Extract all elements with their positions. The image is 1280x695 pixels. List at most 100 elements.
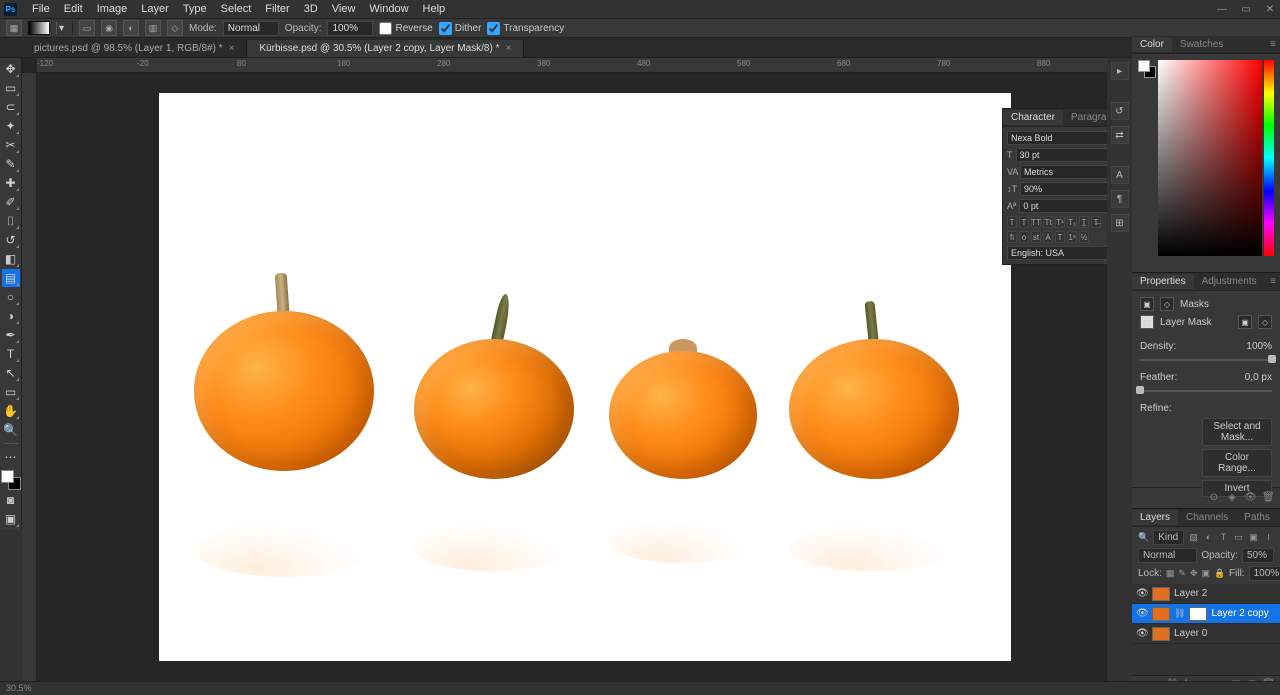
filter-shape-icon[interactable]: ▭ <box>1233 532 1244 543</box>
blur-tool[interactable]: ○ <box>2 288 20 306</box>
doc-tab-1[interactable]: pictures.psd @ 98.5% (Layer 1, RGB/8#) *… <box>22 40 247 57</box>
ot-o[interactable]: o <box>1019 231 1029 243</box>
close-button[interactable]: ✕ <box>1264 4 1276 15</box>
crop-tool[interactable]: ✂ <box>2 136 20 154</box>
menu-image[interactable]: Image <box>90 1 135 17</box>
mask-link-icon[interactable]: ⛓ <box>1174 608 1185 619</box>
edit-toolbar[interactable]: ⋯ <box>2 448 20 466</box>
canvas-viewport[interactable] <box>37 73 1132 681</box>
glyphs-icon[interactable]: ⊞ <box>1111 214 1129 232</box>
menu-layer[interactable]: Layer <box>134 1 176 17</box>
panel-menu-icon[interactable]: ≡ <box>1266 39 1280 50</box>
dodge-tool[interactable]: ◑ <box>2 307 20 325</box>
lock-all-icon[interactable]: 🔒 <box>1214 568 1225 579</box>
blend-mode-select[interactable]: Normal <box>1138 548 1197 563</box>
filter-kind-icon[interactable]: 🔍 <box>1138 532 1149 543</box>
transparency-checkbox[interactable]: Transparency <box>487 22 564 35</box>
menu-select[interactable]: Select <box>214 1 259 17</box>
delete-mask-icon[interactable]: 🗑 <box>1262 492 1274 504</box>
bold-button[interactable]: T <box>1007 216 1017 228</box>
quick-select-tool[interactable]: ✦ <box>2 117 20 135</box>
shape-tool[interactable]: ▭ <box>2 383 20 401</box>
menu-3d[interactable]: 3D <box>297 1 325 17</box>
screen-mode-toggle[interactable]: ▣ <box>2 510 20 528</box>
subscript-button[interactable]: T₁ <box>1067 216 1077 228</box>
layer-thumb[interactable] <box>1152 587 1170 601</box>
close-icon[interactable]: × <box>229 43 235 54</box>
history-brush-tool[interactable]: ↺ <box>2 231 20 249</box>
paragraph-icon[interactable]: ¶ <box>1111 190 1129 208</box>
ot-A[interactable]: A <box>1043 231 1053 243</box>
filter-kind-select[interactable]: Kind <box>1153 530 1184 545</box>
layer-opacity-input[interactable]: 50% <box>1242 548 1274 563</box>
menu-help[interactable]: Help <box>416 1 453 17</box>
eraser-tool[interactable]: ◧ <box>2 250 20 268</box>
tab-adjustments[interactable]: Adjustments <box>1194 274 1265 289</box>
filter-smart-icon[interactable]: ▣ <box>1248 532 1259 543</box>
color-range-button[interactable]: Color Range... <box>1202 449 1272 477</box>
load-selection-icon[interactable]: ⊙ <box>1208 492 1220 504</box>
visibility-toggle[interactable]: 👁 <box>1136 628 1148 639</box>
layer-row[interactable]: 👁 ⛓ Layer 2 copy <box>1132 604 1280 624</box>
tab-layers[interactable]: Layers <box>1132 510 1178 525</box>
path-select-tool[interactable]: ↖ <box>2 364 20 382</box>
minimize-button[interactable]: — <box>1216 4 1228 15</box>
history-icon[interactable]: ↺ <box>1111 102 1129 120</box>
allcaps-button[interactable]: TT <box>1031 216 1041 228</box>
fg-bg-colors[interactable] <box>1 470 21 490</box>
eyedropper-tool[interactable]: ✎ <box>2 155 20 173</box>
maximize-button[interactable]: ▭ <box>1240 4 1252 15</box>
gradient-diamond-icon[interactable]: ◇ <box>167 20 183 36</box>
tab-paths[interactable]: Paths <box>1236 510 1278 525</box>
tab-properties[interactable]: Properties <box>1132 274 1194 289</box>
filter-type-icon[interactable]: T <box>1218 532 1229 543</box>
reverse-checkbox[interactable]: Reverse <box>379 22 432 35</box>
mask-vector-icon[interactable]: ◇ <box>1160 297 1174 311</box>
ruler-horizontal[interactable]: -120-2080180280380480580680780880980 <box>37 58 1132 73</box>
lock-trans-icon[interactable]: ▦ <box>1166 568 1175 579</box>
hue-slider[interactable] <box>1264 60 1274 256</box>
pen-tool[interactable]: ✒ <box>2 326 20 344</box>
lock-paint-icon[interactable]: ✎ <box>1178 568 1186 579</box>
doc-tab-2[interactable]: Kürbisse.psd @ 30.5% (Layer 2 copy, Laye… <box>247 40 524 57</box>
tab-character[interactable]: Character <box>1003 110 1063 125</box>
gradient-tool[interactable]: ▤ <box>2 269 20 287</box>
ot-st[interactable]: st <box>1031 231 1041 243</box>
layer-row[interactable]: 👁 Layer 0 <box>1132 624 1280 644</box>
layer-name[interactable]: Layer 2 <box>1174 588 1276 599</box>
gradient-angle-icon[interactable]: ◐ <box>123 20 139 36</box>
disable-mask-icon[interactable]: 👁 <box>1244 492 1256 504</box>
underline-button[interactable]: T̲ <box>1079 216 1089 228</box>
fill-input[interactable]: 100% <box>1249 566 1280 581</box>
tab-swatches[interactable]: Swatches <box>1172 37 1231 52</box>
layer-mask-thumb[interactable] <box>1189 607 1207 621</box>
density-slider[interactable] <box>1140 356 1272 364</box>
visibility-toggle[interactable]: 👁 <box>1136 588 1148 599</box>
ot-T[interactable]: T <box>1055 231 1065 243</box>
filter-adjust-icon[interactable]: ◐ <box>1203 532 1214 543</box>
zoom-level[interactable]: 30.5% <box>6 683 32 693</box>
marquee-tool[interactable]: ▭ <box>2 79 20 97</box>
gradient-radial-icon[interactable]: ◉ <box>101 20 117 36</box>
smallcaps-button[interactable]: Tt <box>1043 216 1053 228</box>
gradient-picker-dropdown[interactable]: ▾ <box>56 22 66 34</box>
menu-view[interactable]: View <box>325 1 363 17</box>
menu-type[interactable]: Type <box>176 1 214 17</box>
feather-slider[interactable] <box>1140 387 1272 395</box>
visibility-toggle[interactable]: 👁 <box>1136 608 1148 619</box>
panel-menu-icon[interactable]: ≡ <box>1266 276 1280 287</box>
color-field[interactable] <box>1158 60 1262 256</box>
filter-toggle[interactable]: ⏽ <box>1263 532 1274 543</box>
strike-button[interactable]: T̶ <box>1091 216 1101 228</box>
opacity-input[interactable] <box>327 21 373 36</box>
select-and-mask-button[interactable]: Select and Mask... <box>1202 418 1272 446</box>
tab-color[interactable]: Color <box>1132 37 1172 52</box>
ruler-vertical[interactable] <box>22 73 37 681</box>
type-tool[interactable]: T <box>2 345 20 363</box>
layer-name[interactable]: Layer 0 <box>1174 628 1276 639</box>
brush-tool[interactable]: ✐ <box>2 193 20 211</box>
zoom-tool[interactable]: 🔍 <box>2 421 20 439</box>
brushes-icon[interactable]: ⇄ <box>1111 126 1129 144</box>
color-fg-bg-swatch[interactable] <box>1138 60 1154 76</box>
layer-name[interactable]: Layer 2 copy <box>1211 608 1276 619</box>
